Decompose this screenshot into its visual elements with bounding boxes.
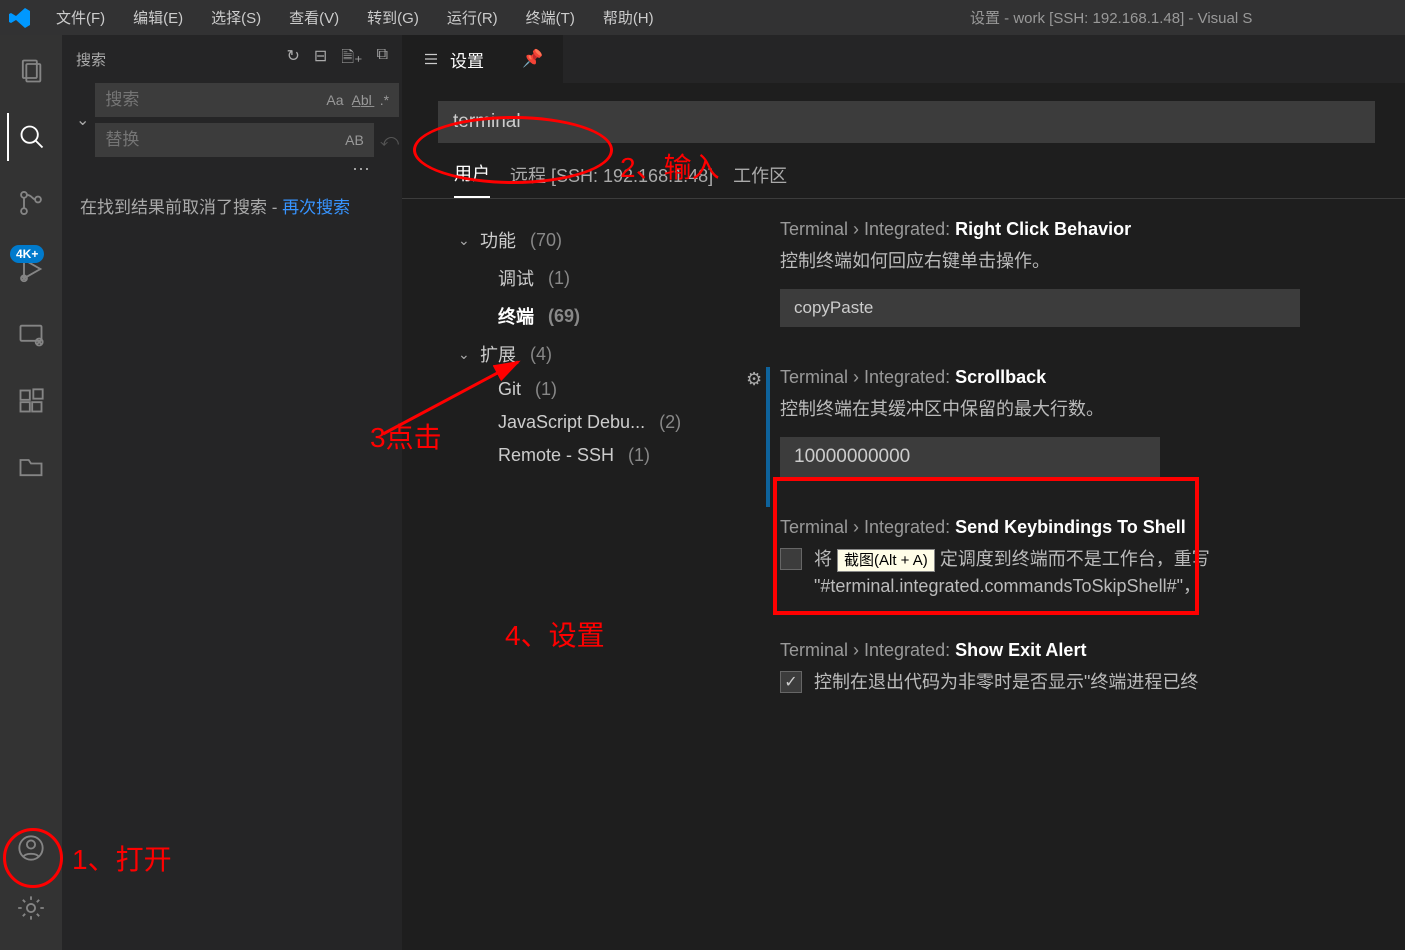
explorer-icon[interactable] (7, 47, 55, 95)
menu-terminal[interactable]: 终端(T) (514, 3, 587, 32)
setting-send-keybindings: Terminal › Integrated: Send Keybindings … (740, 517, 1405, 600)
regex-icon[interactable]: .* (380, 92, 389, 108)
editor-area: 设置 📌 用户 远程 [SSH: 192.168.1.48] 工作区 ⌄功能(7… (402, 35, 1405, 950)
setting-right-click: Terminal › Integrated: Right Click Behav… (740, 219, 1405, 327)
toc-remotessh[interactable]: Remote - SSH(1) (458, 439, 722, 472)
sidebar: 搜索 ↻ ⊟ 🗎₊ ⧉ ⌄ Aa A̲b̲l̲ .* (62, 35, 402, 950)
menu-go[interactable]: 转到(G) (355, 3, 431, 32)
toc-features[interactable]: ⌄功能(70) (458, 221, 722, 259)
source-control-icon[interactable] (7, 179, 55, 227)
window-title: 设置 - work [SSH: 192.168.1.48] - Visual S (970, 7, 1252, 28)
search-status: 在找到结果前取消了搜索 - 再次搜索 (62, 180, 402, 235)
toc-jsdebug[interactable]: JavaScript Debu...(2) (458, 406, 722, 439)
titlebar: 文件(F) 编辑(E) 选择(S) 查看(V) 转到(G) 运行(R) 终端(T… (0, 0, 1405, 35)
search-icon[interactable] (7, 113, 55, 161)
extensions-icon[interactable] (7, 377, 55, 425)
clear-icon[interactable]: ⊟ (314, 46, 327, 73)
menu-file[interactable]: 文件(F) (44, 3, 117, 32)
pin-icon[interactable]: 📌 (522, 49, 543, 69)
retry-search-link[interactable]: 再次搜索 (282, 198, 350, 217)
collapse-icon[interactable]: ⧉ (377, 46, 388, 73)
menu-bar: 文件(F) 编辑(E) 选择(S) 查看(V) 转到(G) 运行(R) 终端(T… (44, 3, 666, 32)
folder-icon[interactable] (7, 443, 55, 491)
screenshot-tooltip: 截图(Alt + A) (837, 549, 935, 572)
scm-badge: 4K+ (10, 245, 44, 263)
vscode-logo-icon (8, 6, 32, 30)
toggle-replace-icon[interactable]: ⌄ (76, 110, 89, 130)
remote-explorer-icon[interactable] (7, 311, 55, 359)
search-input-wrap: Aa A̲b̲l̲ .* (95, 83, 399, 117)
sidebar-header: 搜索 ↻ ⊟ 🗎₊ ⧉ (62, 35, 402, 83)
refresh-icon[interactable]: ↻ (286, 46, 299, 73)
menu-view[interactable]: 查看(V) (277, 3, 351, 32)
preserve-case-icon[interactable]: AB (345, 132, 364, 148)
menu-edit[interactable]: 编辑(E) (121, 3, 195, 32)
replace-all-icon[interactable]: ⤺ (380, 130, 399, 151)
whole-word-icon[interactable]: A̲b̲l̲ (352, 92, 372, 108)
gear-icon[interactable]: ⚙ (746, 369, 762, 390)
tab-label: 设置 (450, 47, 484, 72)
right-click-dropdown[interactable]: copyPaste (780, 289, 1300, 327)
toc-extensions[interactable]: ⌄扩展(4) (458, 335, 722, 373)
scope-workspace[interactable]: 工作区 (733, 162, 787, 198)
tab-settings[interactable]: 设置 📌 (402, 35, 563, 83)
scope-remote[interactable]: 远程 [SSH: 192.168.1.48] (510, 162, 713, 198)
scrollback-input[interactable]: 10000000000 (780, 437, 1160, 477)
settings-search-input[interactable] (453, 111, 1360, 133)
replace-input[interactable] (105, 130, 345, 150)
activity-bar: 4K+ (0, 35, 62, 950)
toggle-details-icon[interactable]: ⋯ (76, 159, 388, 180)
settings-toc: ⌄功能(70) 调试(1) 终端(69) ⌄扩展(4) Git(1) JavaS… (402, 199, 722, 928)
scope-tabs: 用户 远程 [SSH: 192.168.1.48] 工作区 (402, 157, 1405, 199)
toc-debug[interactable]: 调试(1) (458, 259, 722, 297)
exitalert-checkbox[interactable] (780, 671, 802, 693)
new-file-icon[interactable]: 🗎₊ (341, 46, 362, 73)
menu-selection[interactable]: 选择(S) (199, 3, 273, 32)
settings-search-box (438, 101, 1375, 143)
toc-git[interactable]: Git(1) (458, 373, 722, 406)
toc-terminal[interactable]: 终端(69) (458, 297, 722, 335)
scope-user[interactable]: 用户 (454, 160, 490, 198)
setting-show-exit-alert: Terminal › Integrated: Show Exit Alert 控… (740, 640, 1405, 696)
settings-gear-icon[interactable] (7, 884, 55, 932)
settings-list: Terminal › Integrated: Right Click Behav… (722, 199, 1405, 928)
account-icon[interactable] (7, 824, 55, 872)
sendkey-checkbox[interactable] (780, 548, 802, 570)
menu-help[interactable]: 帮助(H) (591, 3, 666, 32)
search-input[interactable] (105, 90, 326, 110)
tab-bar: 设置 📌 (402, 35, 1405, 83)
setting-scrollback: ⚙ Terminal › Integrated: Scrollback 控制终端… (740, 367, 1405, 477)
case-sensitive-icon[interactable]: Aa (326, 92, 343, 108)
replace-input-wrap: AB (95, 123, 373, 157)
menu-run[interactable]: 运行(R) (435, 3, 510, 32)
sidebar-title: 搜索 (76, 49, 106, 70)
